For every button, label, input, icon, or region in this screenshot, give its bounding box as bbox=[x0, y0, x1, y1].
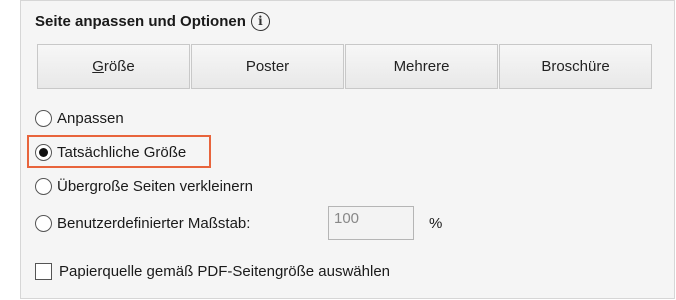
radio-custom-scale-label: Benutzerdefinierter Maßstab: bbox=[57, 214, 251, 232]
tab-poster-label: Poster bbox=[245, 58, 290, 75]
radio-shrink-oversized[interactable]: Übergroße Seiten verkleinern bbox=[35, 175, 253, 197]
paper-source-label: Papierquelle gemäß PDF-Seitengröße auswä… bbox=[59, 262, 391, 280]
tab-size-label: röße bbox=[103, 58, 135, 75]
tab-booklet[interactable]: Broschüre bbox=[499, 44, 652, 89]
radio-actual-size[interactable]: Tatsächliche Größe bbox=[35, 141, 186, 163]
tab-multiple-label: Mehrere bbox=[393, 58, 450, 75]
paper-source-option[interactable]: Papierquelle gemäß PDF-Seitengröße auswä… bbox=[35, 260, 390, 282]
tab-booklet-label: Broschüre bbox=[541, 58, 610, 75]
tab-multiple[interactable]: Mehrere bbox=[345, 44, 498, 89]
radio-fit[interactable]: Anpassen bbox=[35, 107, 124, 129]
radio-shrink-oversized-label: Übergroße Seiten verkleinern bbox=[57, 177, 253, 195]
paper-source-checkbox[interactable] bbox=[35, 262, 52, 280]
tab-poster[interactable]: Poster bbox=[191, 44, 344, 89]
panel-title: Seite anpassen und Optionen bbox=[35, 12, 246, 30]
tab-size[interactable]: Größe bbox=[37, 44, 190, 89]
radio-actual-size-label: Tatsächliche Größe bbox=[57, 143, 187, 161]
radio-fit-label: Anpassen bbox=[57, 109, 124, 127]
radio-fit-circle[interactable] bbox=[35, 109, 52, 127]
custom-scale-input[interactable]: 100 bbox=[328, 206, 414, 240]
radio-custom-scale-circle[interactable] bbox=[35, 214, 52, 232]
radio-actual-size-circle[interactable] bbox=[35, 143, 52, 161]
radio-shrink-oversized-circle[interactable] bbox=[35, 177, 52, 195]
tab-size-mnemonic: G bbox=[92, 58, 104, 75]
page-sizing-panel: Seite anpassen und Optionen i Größe Post… bbox=[20, 0, 675, 299]
info-icon[interactable]: i bbox=[250, 11, 270, 31]
percent-label: % bbox=[429, 215, 443, 232]
radio-custom-scale[interactable]: Benutzerdefinierter Maßstab: bbox=[35, 212, 250, 234]
sizing-tabs: Größe Poster Mehrere Broschüre bbox=[37, 44, 653, 89]
panel-header: Seite anpassen und Optionen i bbox=[35, 9, 270, 33]
radio-selected-dot bbox=[39, 147, 48, 157]
